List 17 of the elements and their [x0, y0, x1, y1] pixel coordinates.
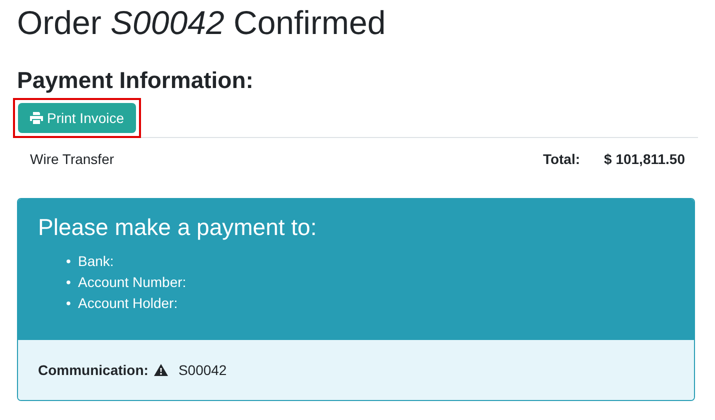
- bullet: •: [66, 252, 72, 271]
- card-heading: Please make a payment to:: [38, 213, 317, 241]
- page-title: Order S00042 Confirmed: [17, 3, 386, 43]
- print-invoice-button[interactable]: Print Invoice: [18, 103, 136, 133]
- printer-icon: [30, 112, 43, 124]
- bullet: •: [66, 273, 72, 292]
- total-amount: $ 101,811.50: [604, 150, 685, 169]
- total-label: Total:: [542, 150, 580, 169]
- bullet: •: [66, 294, 72, 313]
- payment-detail-item: Bank:: [78, 252, 114, 271]
- section-heading: Payment Information:: [17, 66, 254, 94]
- payment-method: Wire Transfer: [30, 150, 114, 169]
- communication-reference: S00042: [178, 360, 227, 380]
- communication-label: Communication:: [38, 360, 148, 380]
- payment-detail-item: Account Number:: [78, 273, 186, 292]
- payment-detail-item: Account Holder:: [78, 294, 178, 313]
- warning-icon: [154, 364, 168, 376]
